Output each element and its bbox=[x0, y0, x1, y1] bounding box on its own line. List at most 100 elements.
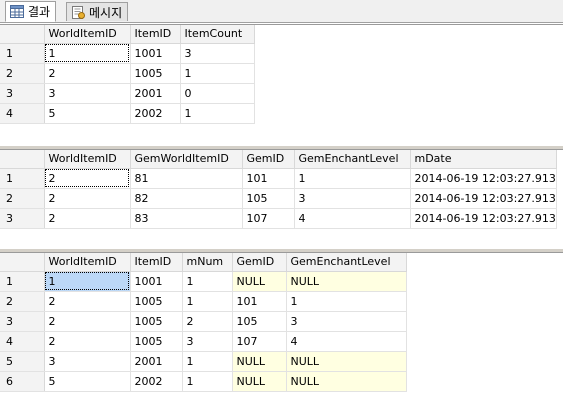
column-header[interactable]: WorldItemID bbox=[44, 150, 131, 169]
table-cell-null[interactable]: NULL bbox=[286, 271, 407, 292]
table-cell[interactable]: 105 bbox=[232, 311, 287, 332]
table-cell[interactable]: 101 bbox=[242, 168, 295, 189]
row-number[interactable]: 4 bbox=[0, 103, 45, 124]
table-cell-null[interactable]: NULL bbox=[232, 371, 287, 392]
table-cell[interactable]: 2014-06-19 12:03:27.913 bbox=[410, 208, 557, 229]
table-cell[interactable]: 3 bbox=[182, 331, 233, 352]
table-cell[interactable]: 1001 bbox=[130, 43, 181, 64]
table-cell[interactable]: 83 bbox=[130, 208, 243, 229]
table-cell[interactable]: 107 bbox=[232, 331, 287, 352]
table-row[interactable]: 3 2 1005 2 105 3 bbox=[0, 311, 407, 332]
table-cell[interactable]: 1005 bbox=[130, 63, 181, 84]
row-number[interactable]: 1 bbox=[0, 271, 45, 292]
table-cell[interactable]: 2001 bbox=[130, 351, 183, 372]
table-cell[interactable]: 2 bbox=[44, 208, 131, 229]
table-cell[interactable]: 1005 bbox=[130, 291, 183, 312]
column-header[interactable]: ItemID bbox=[130, 25, 181, 44]
table-cell-null[interactable]: NULL bbox=[232, 271, 287, 292]
table-cell[interactable]: 0 bbox=[180, 83, 255, 104]
row-header-corner[interactable] bbox=[0, 150, 45, 169]
row-header-corner[interactable] bbox=[0, 25, 45, 44]
table-row[interactable]: 5 3 2001 1 NULL NULL bbox=[0, 351, 407, 372]
row-number[interactable]: 5 bbox=[0, 351, 45, 372]
table-cell[interactable]: 5 bbox=[44, 371, 131, 392]
table-cell[interactable]: 82 bbox=[130, 188, 243, 209]
table-cell[interactable]: 4 bbox=[286, 331, 407, 352]
table-row[interactable]: 1 1 1001 3 bbox=[0, 43, 255, 64]
table-cell[interactable]: 2 bbox=[44, 168, 131, 189]
table-cell[interactable]: 1 bbox=[182, 351, 233, 372]
table-row[interactable]: 1 2 81 101 1 2014-06-19 12:03:27.913 bbox=[0, 168, 557, 189]
table-cell[interactable]: 2014-06-19 12:03:27.913 bbox=[410, 188, 557, 209]
table-cell[interactable]: 1 bbox=[182, 271, 233, 292]
row-header-corner[interactable] bbox=[0, 253, 45, 272]
table-cell[interactable]: 2 bbox=[44, 188, 131, 209]
table-cell[interactable]: 2001 bbox=[130, 83, 181, 104]
table-cell[interactable]: 2 bbox=[44, 291, 131, 312]
row-number[interactable]: 3 bbox=[0, 83, 45, 104]
table-cell[interactable]: 81 bbox=[130, 168, 243, 189]
table-cell[interactable]: 1 bbox=[44, 43, 131, 64]
table-cell[interactable]: 1 bbox=[182, 291, 233, 312]
table-cell[interactable]: 3 bbox=[180, 43, 255, 64]
tab-messages[interactable]: 메시지 bbox=[66, 2, 129, 21]
table-cell-null[interactable]: NULL bbox=[232, 351, 287, 372]
row-number[interactable]: 6 bbox=[0, 371, 45, 392]
table-cell[interactable]: 1005 bbox=[130, 311, 183, 332]
table-cell-null[interactable]: NULL bbox=[286, 351, 407, 372]
table-cell[interactable]: 1005 bbox=[130, 331, 183, 352]
row-number[interactable]: 3 bbox=[0, 208, 45, 229]
grid-splitter[interactable] bbox=[0, 146, 563, 149]
table-cell-null[interactable]: NULL bbox=[286, 371, 407, 392]
table-cell[interactable]: 5 bbox=[44, 103, 131, 124]
table-row[interactable]: 1 1 1001 1 NULL NULL bbox=[0, 271, 407, 292]
column-header[interactable]: GemEnchantLevel bbox=[294, 150, 411, 169]
table-cell[interactable]: 3 bbox=[286, 311, 407, 332]
column-header[interactable]: mNum bbox=[182, 253, 233, 272]
table-cell[interactable]: 1 bbox=[44, 271, 131, 292]
table-row[interactable]: 4 2 1005 3 107 4 bbox=[0, 331, 407, 352]
table-cell[interactable]: 2002 bbox=[130, 371, 183, 392]
row-number[interactable]: 3 bbox=[0, 311, 45, 332]
table-row[interactable]: 3 2 83 107 4 2014-06-19 12:03:27.913 bbox=[0, 208, 557, 229]
row-number[interactable]: 4 bbox=[0, 331, 45, 352]
table-cell[interactable]: 3 bbox=[44, 351, 131, 372]
table-cell[interactable]: 2 bbox=[44, 331, 131, 352]
table-cell[interactable]: 1 bbox=[180, 63, 255, 84]
row-number[interactable]: 1 bbox=[0, 168, 45, 189]
table-cell[interactable]: 1001 bbox=[130, 271, 183, 292]
column-header[interactable]: WorldItemID bbox=[44, 25, 131, 44]
column-header[interactable]: WorldItemID bbox=[44, 253, 131, 272]
table-cell[interactable]: 1 bbox=[180, 103, 255, 124]
table-cell[interactable]: 2 bbox=[44, 63, 131, 84]
table-cell[interactable]: 2 bbox=[44, 311, 131, 332]
table-cell[interactable]: 1 bbox=[182, 371, 233, 392]
table-cell[interactable]: 1 bbox=[294, 168, 411, 189]
table-cell[interactable]: 3 bbox=[294, 188, 411, 209]
row-number[interactable]: 1 bbox=[0, 43, 45, 64]
row-number[interactable]: 2 bbox=[0, 188, 45, 209]
table-cell[interactable]: 2014-06-19 12:03:27.913 bbox=[410, 168, 557, 189]
table-cell[interactable]: 107 bbox=[242, 208, 295, 229]
table-row[interactable]: 3 3 2001 0 bbox=[0, 83, 255, 104]
table-row[interactable]: 2 2 82 105 3 2014-06-19 12:03:27.913 bbox=[0, 188, 557, 209]
table-row[interactable]: 6 5 2002 1 NULL NULL bbox=[0, 371, 407, 392]
table-cell[interactable]: 101 bbox=[232, 291, 287, 312]
column-header[interactable]: GemEnchantLevel bbox=[286, 253, 407, 272]
column-header[interactable]: GemID bbox=[232, 253, 287, 272]
tab-results[interactable]: 결과 bbox=[5, 1, 57, 22]
table-cell[interactable]: 2002 bbox=[130, 103, 181, 124]
table-row[interactable]: 4 5 2002 1 bbox=[0, 103, 255, 124]
column-header[interactable]: mDate bbox=[410, 150, 557, 169]
table-cell[interactable]: 4 bbox=[294, 208, 411, 229]
row-number[interactable]: 2 bbox=[0, 291, 45, 312]
grid-splitter[interactable] bbox=[0, 249, 563, 252]
column-header[interactable]: GemWorldItemID bbox=[130, 150, 243, 169]
table-row[interactable]: 2 2 1005 1 bbox=[0, 63, 255, 84]
table-cell[interactable]: 2 bbox=[182, 311, 233, 332]
column-header[interactable]: ItemCount bbox=[180, 25, 255, 44]
row-number[interactable]: 2 bbox=[0, 63, 45, 84]
column-header[interactable]: ItemID bbox=[130, 253, 183, 272]
table-cell[interactable]: 105 bbox=[242, 188, 295, 209]
table-cell[interactable]: 3 bbox=[44, 83, 131, 104]
